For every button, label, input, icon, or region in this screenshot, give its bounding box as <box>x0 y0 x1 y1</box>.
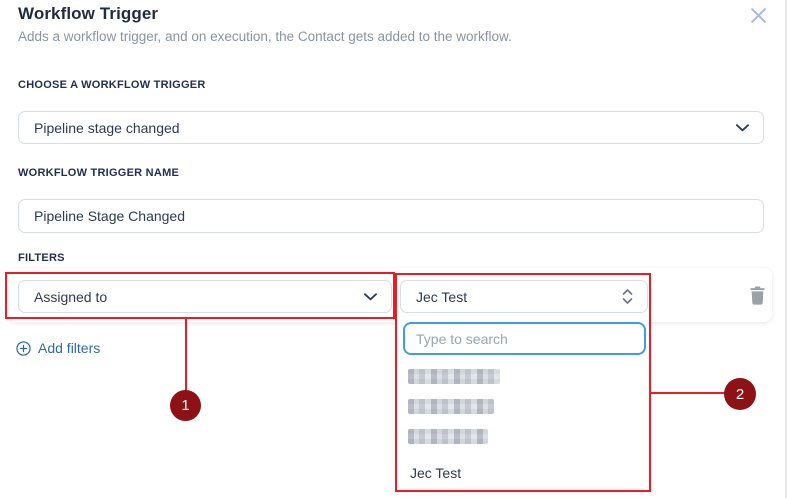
chevron-down-icon <box>364 293 377 301</box>
page-title: Workflow Trigger <box>18 4 158 24</box>
workflow-trigger-modal: Workflow Trigger Adds a workflow trigger… <box>0 0 788 498</box>
dropdown-option-jec-test[interactable]: Jec Test <box>410 465 461 481</box>
chevron-down-icon <box>736 124 749 132</box>
add-filters-button[interactable]: Add filters <box>16 338 100 358</box>
filter-field-select-value: Assigned to <box>34 289 107 305</box>
annotation-connector-2 <box>651 392 725 394</box>
modal-edge-divider <box>785 0 787 498</box>
annotation-badge-1: 1 <box>170 390 201 421</box>
choose-workflow-trigger-label: CHOOSE A WORKFLOW TRIGGER <box>18 79 206 91</box>
workflow-trigger-select-value: Pipeline stage changed <box>34 120 180 136</box>
trash-icon <box>749 286 766 305</box>
delete-filter-button[interactable] <box>744 282 770 308</box>
workflow-trigger-name-label: WORKFLOW TRIGGER NAME <box>18 167 179 179</box>
plus-circle-icon <box>16 341 31 356</box>
filter-value-select-value: Jec Test <box>416 289 467 305</box>
redacted-option[interactable] <box>408 399 494 414</box>
chevron-updown-icon <box>622 287 633 306</box>
redacted-option[interactable] <box>408 369 500 384</box>
search-input[interactable] <box>403 322 646 355</box>
filter-field-select[interactable]: Assigned to <box>18 280 392 313</box>
modal-description: Adds a workflow trigger, and on executio… <box>18 29 512 44</box>
filters-label: FILTERS <box>18 252 65 264</box>
add-filters-label: Add filters <box>38 340 100 356</box>
annotation-connector-1 <box>185 319 187 391</box>
annotation-badge-2: 2 <box>724 378 756 410</box>
workflow-trigger-select[interactable]: Pipeline stage changed <box>18 111 764 144</box>
close-button[interactable] <box>745 2 771 28</box>
workflow-trigger-name-input[interactable] <box>18 199 764 233</box>
filter-value-select[interactable]: Jec Test <box>400 280 648 313</box>
redacted-option[interactable] <box>408 429 488 444</box>
close-icon <box>749 6 768 25</box>
